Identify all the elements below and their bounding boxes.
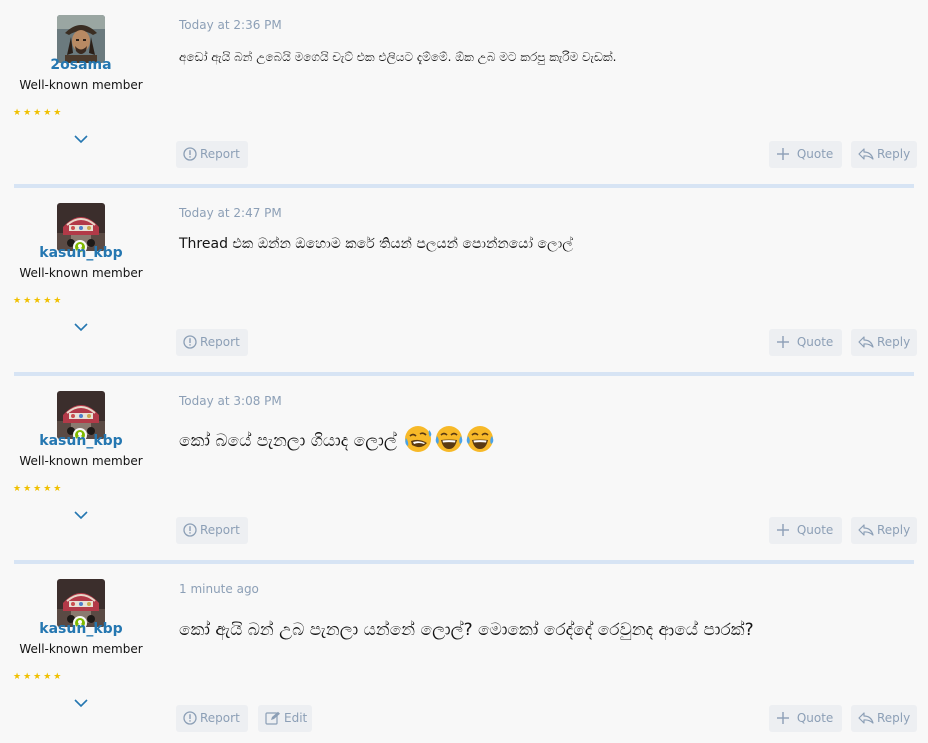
report-label: Report bbox=[200, 147, 240, 161]
reply-icon bbox=[858, 524, 874, 536]
user-info: kasun_kbp Well-known member ★★★★★ bbox=[0, 376, 162, 564]
thread: 2osama Well-known member ★★★★★ Today at … bbox=[0, 0, 928, 743]
reply-label: Reply bbox=[877, 523, 911, 537]
quote-button[interactable]: Quote bbox=[769, 517, 842, 544]
reply-button[interactable]: Reply bbox=[851, 705, 917, 732]
post: kasun_kbp Well-known member ★★★★★ Today … bbox=[0, 376, 928, 564]
reply-label: Reply bbox=[877, 335, 911, 349]
post-message: Thread එක ඔන්න ඔහොම කරේ තියන් පලයන් පොන්… bbox=[179, 236, 573, 252]
username[interactable]: kasun_kbp bbox=[0, 433, 162, 449]
alert-icon bbox=[183, 335, 197, 349]
quote-label: Quote bbox=[796, 335, 834, 349]
report-label: Report bbox=[200, 335, 240, 349]
joy-emoji bbox=[435, 426, 463, 452]
post-message-text: අඩෝ ඇයි බන් උබෙයි මගෙයි චැට් එක එලියට දැ… bbox=[179, 50, 617, 64]
post-message: කෝ ඇයි බන් උබ පැනලා යන්නේ ලොල්? මොකෝ රෙද… bbox=[179, 620, 754, 640]
reply-button[interactable]: Reply bbox=[851, 329, 917, 356]
plus-icon bbox=[777, 712, 789, 724]
edit-icon bbox=[265, 711, 280, 725]
plus-icon bbox=[777, 524, 789, 536]
report-button[interactable]: Report bbox=[176, 329, 248, 356]
edit-label: Edit bbox=[284, 711, 308, 725]
post-message-text: කෝ බයේ පැනලා ගියාද ලොල් bbox=[179, 431, 397, 451]
rating-stars: ★★★★★ bbox=[13, 672, 64, 682]
edit-button[interactable]: Edit bbox=[258, 705, 312, 732]
user-info: kasun_kbp Well-known member ★★★★★ bbox=[0, 564, 162, 743]
chevron-down-icon[interactable] bbox=[73, 697, 89, 709]
post-time[interactable]: Today at 2:47 PM bbox=[179, 206, 282, 220]
post: 2osama Well-known member ★★★★★ Today at … bbox=[0, 0, 928, 188]
chevron-down-icon[interactable] bbox=[73, 133, 89, 145]
post-message-text: Thread එක ඔන්න ඔහොම කරේ තියන් පලයන් පොන්… bbox=[179, 236, 573, 252]
quote-button[interactable]: Quote bbox=[769, 705, 842, 732]
quote-label: Quote bbox=[796, 523, 834, 537]
reply-icon bbox=[858, 712, 874, 724]
report-label: Report bbox=[200, 523, 240, 537]
reply-icon bbox=[858, 336, 874, 348]
joy-emoji bbox=[466, 426, 494, 452]
reply-label: Reply bbox=[877, 711, 911, 725]
user-info: kasun_kbp Well-known member ★★★★★ bbox=[0, 188, 162, 376]
reply-label: Reply bbox=[877, 147, 911, 161]
report-button[interactable]: Report bbox=[176, 517, 248, 544]
quote-button[interactable]: Quote bbox=[769, 329, 842, 356]
post-time[interactable]: 1 minute ago bbox=[179, 582, 259, 596]
chevron-down-icon[interactable] bbox=[73, 321, 89, 333]
quote-label: Quote bbox=[796, 711, 834, 725]
user-title: Well-known member bbox=[19, 78, 143, 92]
user-title: Well-known member bbox=[19, 454, 143, 468]
user-title: Well-known member bbox=[19, 266, 143, 280]
rating-stars: ★★★★★ bbox=[13, 484, 64, 494]
username[interactable]: kasun_kbp bbox=[0, 245, 162, 261]
rating-stars: ★★★★★ bbox=[13, 108, 64, 118]
report-button[interactable]: Report bbox=[176, 141, 248, 168]
rofl-emoji bbox=[405, 426, 432, 452]
post-time[interactable]: Today at 3:08 PM bbox=[179, 394, 282, 408]
quote-button[interactable]: Quote bbox=[769, 141, 842, 168]
alert-icon bbox=[183, 711, 197, 725]
alert-icon bbox=[183, 523, 197, 537]
user-title: Well-known member bbox=[19, 642, 143, 656]
plus-icon bbox=[777, 148, 789, 160]
reply-button[interactable]: Reply bbox=[851, 517, 917, 544]
report-button[interactable]: Report bbox=[176, 705, 248, 732]
post-message: අඩෝ ඇයි බන් උබෙයි මගෙයි චැට් එක එලියට දැ… bbox=[179, 50, 616, 65]
avatar[interactable] bbox=[57, 15, 105, 63]
post-time[interactable]: Today at 2:36 PM bbox=[179, 18, 282, 32]
alert-icon bbox=[183, 147, 197, 161]
username[interactable]: 2osama bbox=[0, 57, 162, 73]
post-message: කෝ බයේ පැනලා ගියාද ලොල් bbox=[179, 424, 495, 454]
post: kasun_kbp Well-known member ★★★★★ Today … bbox=[0, 188, 928, 376]
username[interactable]: kasun_kbp bbox=[0, 621, 162, 637]
reply-icon bbox=[858, 148, 874, 160]
user-info: 2osama Well-known member ★★★★★ bbox=[0, 0, 162, 188]
report-label: Report bbox=[200, 711, 240, 725]
post-message-text: කෝ ඇයි බන් උබ පැනලා යන්නේ ලොල්? මොකෝ රෙද… bbox=[179, 620, 754, 640]
plus-icon bbox=[777, 336, 789, 348]
chevron-down-icon[interactable] bbox=[73, 509, 89, 521]
rating-stars: ★★★★★ bbox=[13, 296, 64, 306]
quote-label: Quote bbox=[796, 147, 834, 161]
post: kasun_kbp Well-known member ★★★★★ 1 minu… bbox=[0, 564, 928, 743]
reply-button[interactable]: Reply bbox=[851, 141, 917, 168]
